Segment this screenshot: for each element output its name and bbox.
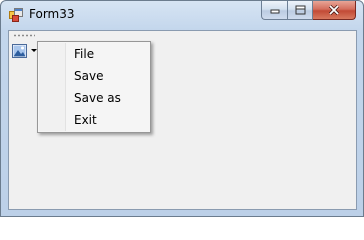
title-bar[interactable]: Form33 [1, 1, 363, 29]
close-button[interactable] [313, 1, 356, 20]
menu-item-save[interactable]: Save [40, 65, 148, 87]
menu-item-label: Exit [74, 113, 97, 127]
maximize-icon [295, 5, 305, 15]
caption-buttons [261, 1, 356, 20]
menu-item-exit[interactable]: Exit [40, 109, 148, 131]
minimize-icon [270, 9, 279, 14]
window-title: Form33 [29, 7, 75, 21]
menu-item-label: File [74, 47, 95, 61]
menu-item-file[interactable]: File [40, 43, 148, 65]
menu-item-save-as[interactable]: Save as [40, 87, 148, 109]
menu-item-label: Save [74, 69, 104, 83]
toolstrip-dropdown-button[interactable] [11, 43, 39, 61]
close-icon [328, 5, 340, 15]
maximize-button[interactable] [287, 1, 313, 20]
main-window: Form33 File Save Save as Exit [0, 0, 364, 217]
app-form-icon [9, 8, 23, 22]
dropdown-menu: File Save Save as Exit [37, 41, 151, 133]
menu-item-label: Save as [74, 91, 121, 105]
minimize-button[interactable] [261, 1, 287, 20]
toolstrip-grip[interactable] [13, 34, 35, 37]
image-icon [12, 44, 27, 58]
